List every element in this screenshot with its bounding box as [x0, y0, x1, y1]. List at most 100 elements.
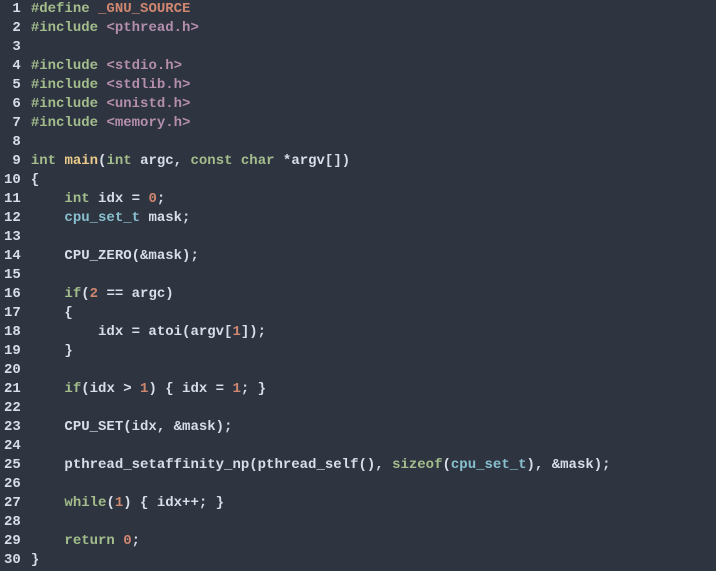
- code-token: main: [64, 153, 98, 169]
- code-line: #include <stdio.h>: [31, 57, 716, 76]
- code-token: [31, 381, 65, 397]
- code-line: [31, 513, 716, 532]
- line-number: 25: [4, 456, 21, 475]
- code-token: *argv[]): [275, 153, 351, 169]
- code-line: CPU_ZERO(&mask);: [31, 247, 716, 266]
- code-token: (idx >: [81, 381, 140, 397]
- line-number: 24: [4, 437, 21, 456]
- code-editor: 1234567891011121314151617181920212223242…: [0, 0, 716, 571]
- code-line: [31, 38, 716, 57]
- code-token: ; }: [241, 381, 266, 397]
- code-token: sizeof: [392, 457, 442, 473]
- line-number: 11: [4, 190, 21, 209]
- code-line: #include <unistd.h>: [31, 95, 716, 114]
- code-token: #include: [31, 77, 107, 93]
- code-token: #include: [31, 96, 107, 112]
- line-number: 21: [4, 380, 21, 399]
- line-number: 6: [4, 95, 21, 114]
- line-number: 5: [4, 76, 21, 95]
- code-line: {: [31, 304, 716, 323]
- code-line: {: [31, 171, 716, 190]
- code-line: int main(int argc, const char *argv[]): [31, 152, 716, 171]
- code-token: ]);: [241, 324, 266, 340]
- code-token: (: [81, 286, 89, 302]
- code-token: int: [64, 191, 89, 207]
- code-token: <memory.h>: [106, 115, 190, 131]
- code-token: 2: [90, 286, 98, 302]
- code-line: #include <memory.h>: [31, 114, 716, 133]
- code-token: argc,: [132, 153, 191, 169]
- line-number: 14: [4, 247, 21, 266]
- code-line: pthread_setaffinity_np(pthread_self(), s…: [31, 456, 716, 475]
- line-number: 20: [4, 361, 21, 380]
- code-line: #include <pthread.h>: [31, 19, 716, 38]
- line-number: 3: [4, 38, 21, 57]
- code-token: ) { idx++; }: [123, 495, 224, 511]
- code-line: while(1) { idx++; }: [31, 494, 716, 513]
- code-token: if: [64, 286, 81, 302]
- line-number: 16: [4, 285, 21, 304]
- code-token: _GNU_SOURCE: [98, 1, 190, 17]
- line-number: 29: [4, 532, 21, 551]
- line-number: 19: [4, 342, 21, 361]
- code-line: [31, 133, 716, 152]
- code-token: [31, 533, 65, 549]
- line-number: 15: [4, 266, 21, 285]
- code-line: [31, 361, 716, 380]
- code-token: 1: [115, 495, 123, 511]
- code-token: ;: [132, 533, 140, 549]
- code-token: [31, 286, 65, 302]
- line-number: 9: [4, 152, 21, 171]
- line-number: 12: [4, 209, 21, 228]
- code-token: #include: [31, 115, 107, 131]
- line-number: 30: [4, 551, 21, 570]
- line-number-gutter: 1234567891011121314151617181920212223242…: [0, 0, 27, 571]
- code-token: while: [64, 495, 106, 511]
- code-line: if(idx > 1) { idx = 1; }: [31, 380, 716, 399]
- code-token: {: [31, 305, 73, 321]
- code-token: int: [106, 153, 131, 169]
- line-number: 10: [4, 171, 21, 190]
- code-token: }: [31, 552, 39, 568]
- line-number: 1: [4, 0, 21, 19]
- code-token: <stdio.h>: [106, 58, 182, 74]
- code-token: if: [64, 381, 81, 397]
- code-token: == argc): [98, 286, 174, 302]
- line-number: 27: [4, 494, 21, 513]
- code-token: [31, 495, 65, 511]
- line-number: 7: [4, 114, 21, 133]
- code-line: }: [31, 342, 716, 361]
- code-line: cpu_set_t mask;: [31, 209, 716, 228]
- code-line: int idx = 0;: [31, 190, 716, 209]
- code-token: pthread_setaffinity_np(pthread_self(),: [31, 457, 392, 473]
- code-token: char: [241, 153, 275, 169]
- code-token: 1: [232, 381, 240, 397]
- code-token: <unistd.h>: [106, 96, 190, 112]
- code-line: return 0;: [31, 532, 716, 551]
- code-token: (: [443, 457, 451, 473]
- code-token: }: [31, 343, 73, 359]
- line-number: 23: [4, 418, 21, 437]
- code-area: #define _GNU_SOURCE#include <pthread.h> …: [27, 0, 716, 571]
- code-line: #define _GNU_SOURCE: [31, 0, 716, 19]
- line-number: 22: [4, 399, 21, 418]
- line-number: 28: [4, 513, 21, 532]
- code-token: cpu_set_t: [451, 457, 527, 473]
- code-line: [31, 266, 716, 285]
- code-token: [115, 533, 123, 549]
- code-token: #include: [31, 58, 107, 74]
- code-line: [31, 437, 716, 456]
- code-line: [31, 475, 716, 494]
- code-token: 0: [123, 533, 131, 549]
- code-token: ;: [157, 191, 165, 207]
- code-token: [31, 210, 65, 226]
- code-token: <pthread.h>: [106, 20, 198, 36]
- code-token: mask;: [140, 210, 190, 226]
- code-line: if(2 == argc): [31, 285, 716, 304]
- code-token: [31, 191, 65, 207]
- code-token: 0: [148, 191, 156, 207]
- line-number: 8: [4, 133, 21, 152]
- line-number: 13: [4, 228, 21, 247]
- code-token: const: [190, 153, 232, 169]
- code-token: cpu_set_t: [64, 210, 140, 226]
